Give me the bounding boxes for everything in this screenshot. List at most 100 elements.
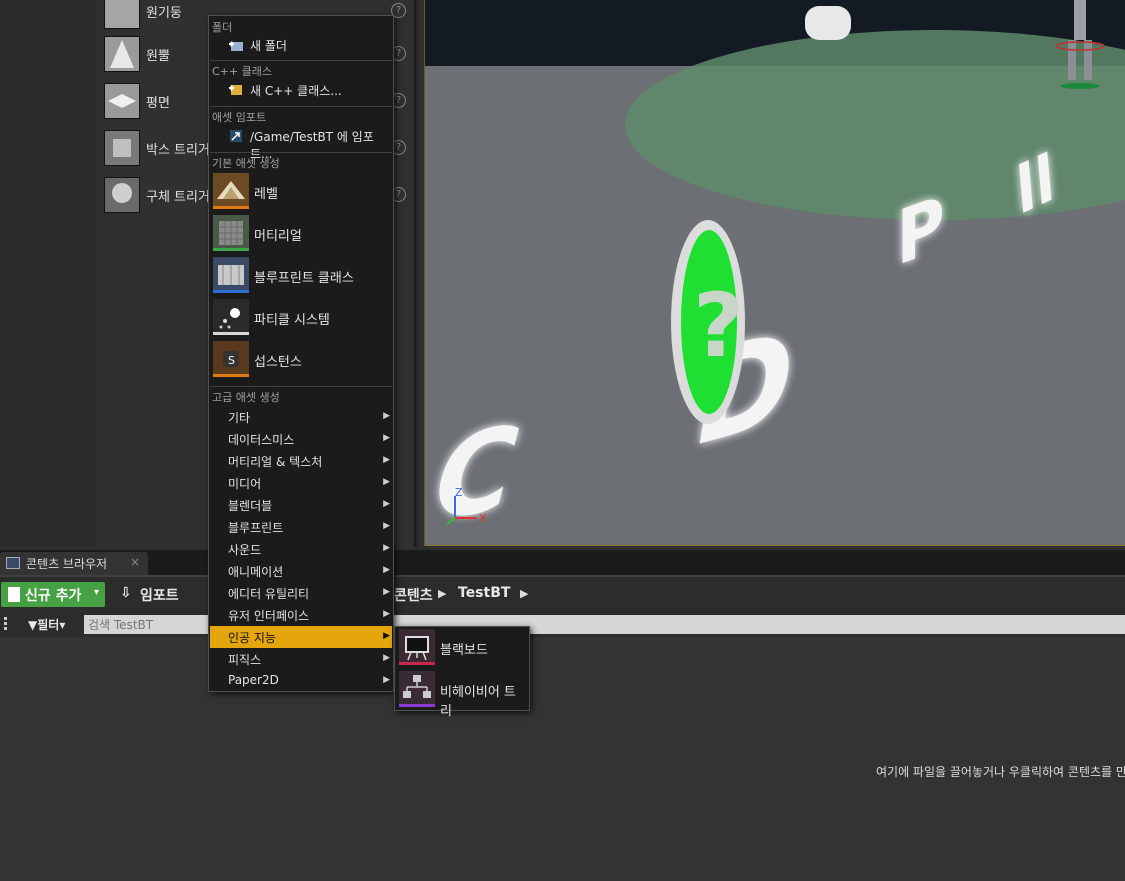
breadcrumb-content[interactable]: 콘텐츠 bbox=[394, 585, 433, 605]
mannequin-actor[interactable] bbox=[1050, 0, 1110, 90]
place-item-label: 원기둥 bbox=[146, 6, 182, 21]
filter-label: 필터 bbox=[37, 618, 60, 632]
section-cpp: C++ 클래스 bbox=[210, 60, 392, 79]
menu-item-label: 파티클 시스템 bbox=[254, 313, 330, 328]
svg-text:S: S bbox=[228, 354, 235, 367]
menu-item-blackboard[interactable]: 블랙보드 bbox=[397, 627, 527, 669]
sphere-trigger-thumbnail bbox=[104, 177, 140, 213]
menu-item-substance[interactable]: S 섭스턴스 bbox=[210, 339, 392, 381]
menu-item-label: 블랙보드 bbox=[440, 643, 488, 658]
menu-item-artificial-intelligence[interactable]: 인공 지능 ▶ bbox=[210, 626, 392, 648]
section-basic-assets: 기본 애셋 생성 bbox=[210, 152, 392, 171]
section-advanced-assets: 고급 애셋 생성 bbox=[210, 386, 392, 405]
menu-item-animation[interactable]: 애니메이션 ▶ bbox=[210, 560, 392, 582]
menu-item-datasmith[interactable]: 데이터스미스 ▶ bbox=[210, 428, 392, 450]
content-browser-tabbar: 콘텐츠 브라우저 × bbox=[0, 550, 1125, 575]
new-folder-icon bbox=[229, 41, 243, 51]
view-options-icon[interactable] bbox=[4, 617, 18, 630]
menu-item-behavior-tree[interactable]: 비헤이비어 트리 bbox=[397, 669, 527, 719]
chevron-right-icon: ▶ bbox=[383, 455, 390, 465]
menu-item-label: 블루프린트 bbox=[228, 521, 284, 535]
chevron-right-icon: ▶ bbox=[383, 477, 390, 487]
import-label: 임포트 bbox=[140, 588, 179, 604]
asset-color-bar bbox=[213, 290, 249, 293]
menu-item-paper2d[interactable]: Paper2D ▶ bbox=[210, 670, 392, 692]
tab-content-browser[interactable]: 콘텐츠 브라우저 × bbox=[0, 552, 148, 575]
place-category-strip bbox=[0, 0, 96, 547]
menu-item-label: 머티리얼 bbox=[254, 229, 302, 244]
menu-item-label: 새 C++ 클래스... bbox=[250, 84, 342, 98]
tab-label: 콘텐츠 브라우저 bbox=[26, 557, 108, 571]
box-trigger-thumbnail bbox=[104, 130, 140, 166]
add-new-label: 신규 추가 bbox=[25, 588, 82, 604]
menu-item-label: Paper2D bbox=[228, 673, 279, 687]
asset-color-bar bbox=[399, 662, 435, 665]
chevron-right-icon: ▶ bbox=[383, 631, 390, 641]
download-icon: ⇩ bbox=[120, 585, 132, 601]
cpp-class-icon bbox=[229, 85, 242, 95]
chevron-right-icon: ▶ bbox=[383, 411, 390, 421]
substance-icon: S bbox=[213, 341, 249, 377]
menu-item-label: 블루프린트 클래스 bbox=[254, 271, 354, 286]
axis-gizmo: Z X bbox=[446, 488, 487, 525]
section-folder: 폴더 bbox=[212, 21, 233, 34]
content-browser-asset-area[interactable]: 여기에 파일을 끌어놓거나 우클릭하여 콘텐츠를 만 bbox=[0, 637, 1125, 881]
asset-color-bar bbox=[213, 248, 249, 251]
cylinder-thumbnail bbox=[104, 0, 140, 29]
empty-folder-hint: 여기에 파일을 끌어놓거나 우클릭하여 콘텐츠를 만 bbox=[876, 765, 1125, 779]
plane-thumbnail bbox=[104, 83, 140, 119]
place-item-label: 원뿔 bbox=[146, 49, 170, 64]
chevron-right-icon: ▶ bbox=[383, 609, 390, 619]
menu-item-materials-textures[interactable]: 머티리얼 & 텍스처 ▶ bbox=[210, 450, 392, 472]
menu-item-import-to[interactable]: /Game/TestBT 에 임포트... bbox=[210, 125, 392, 161]
breadcrumb-arrow-icon[interactable]: ▶ bbox=[438, 587, 446, 600]
menu-item-label: 애니메이션 bbox=[228, 565, 284, 579]
menu-item-label: 비헤이비어 트리 bbox=[440, 685, 516, 719]
menu-item-blueprint-class[interactable]: 블루프린트 클래스 bbox=[210, 255, 392, 297]
menu-item-material[interactable]: 머티리얼 bbox=[210, 213, 392, 255]
menu-item-particle-system[interactable]: 파티클 시스템 bbox=[210, 297, 392, 339]
menu-item-label: 미디어 bbox=[228, 477, 262, 491]
add-new-button[interactable]: 신규 추가 ▾ bbox=[1, 582, 105, 607]
import-button[interactable]: ⇩ 임포트 bbox=[116, 582, 179, 607]
menu-item-label: 에디터 유틸리티 bbox=[228, 587, 310, 601]
chevron-down-icon: ▾ bbox=[93, 587, 99, 598]
menu-item-media[interactable]: 미디어 ▶ bbox=[210, 472, 392, 494]
level-viewport[interactable]: P ll D C ? Z X bbox=[424, 0, 1125, 546]
asset-color-bar bbox=[399, 704, 435, 707]
menu-item-label: 새 폴더 bbox=[250, 39, 287, 53]
chevron-right-icon: ▶ bbox=[383, 587, 390, 597]
breadcrumb-arrow-icon[interactable]: ▶ bbox=[520, 587, 528, 600]
menu-item-label: 기타 bbox=[228, 411, 251, 425]
new-file-icon bbox=[8, 587, 20, 602]
menu-item-blueprints[interactable]: 블루프린트 ▶ bbox=[210, 516, 392, 538]
axis-x-label: X bbox=[479, 512, 487, 525]
menu-item-level[interactable]: 레벨 bbox=[210, 171, 392, 213]
menu-item-label: 레벨 bbox=[254, 187, 278, 202]
chevron-down-icon: ▾ bbox=[59, 618, 66, 632]
question-mark-face: ? bbox=[681, 230, 744, 414]
place-item-label: 평면 bbox=[146, 96, 170, 111]
question-mark-actor[interactable]: ? bbox=[671, 220, 745, 424]
menu-item-misc[interactable]: 기타 ▶ bbox=[210, 406, 392, 428]
content-browser-toolbar: 신규 추가 ▾ ⇩ 임포트 콘텐츠 ▶ TestBT ▶ bbox=[0, 575, 1125, 611]
place-item-label: 구체 트리거 bbox=[146, 190, 210, 205]
cone-thumbnail bbox=[104, 36, 140, 72]
menu-item-user-interface[interactable]: 유저 인터페이스 ▶ bbox=[210, 604, 392, 626]
menu-item-blendables[interactable]: 블렌더블 ▶ bbox=[210, 494, 392, 516]
axis-z-label: Z bbox=[455, 488, 463, 499]
chevron-right-icon: ▶ bbox=[383, 675, 390, 685]
menu-item-editor-utilities[interactable]: 에디터 유틸리티 ▶ bbox=[210, 582, 392, 604]
menu-item-physics[interactable]: 피직스 ▶ bbox=[210, 648, 392, 670]
gamepad-icon[interactable] bbox=[805, 6, 851, 40]
close-icon[interactable]: × bbox=[130, 555, 140, 569]
content-browser-filterbar: ▼필터▾ bbox=[0, 611, 1125, 637]
blackboard-icon bbox=[399, 629, 435, 665]
menu-item-new-folder[interactable]: 새 폴더 bbox=[210, 34, 392, 56]
breadcrumb-testbt[interactable]: TestBT bbox=[458, 585, 510, 601]
menu-item-label: 인공 지능 bbox=[228, 631, 276, 645]
menu-item-new-cpp-class[interactable]: 새 C++ 클래스... bbox=[210, 79, 392, 101]
filter-button[interactable]: ▼필터▾ bbox=[28, 616, 65, 633]
menu-item-sounds[interactable]: 사운드 ▶ bbox=[210, 538, 392, 560]
menu-item-label: 블렌더블 bbox=[228, 499, 273, 513]
